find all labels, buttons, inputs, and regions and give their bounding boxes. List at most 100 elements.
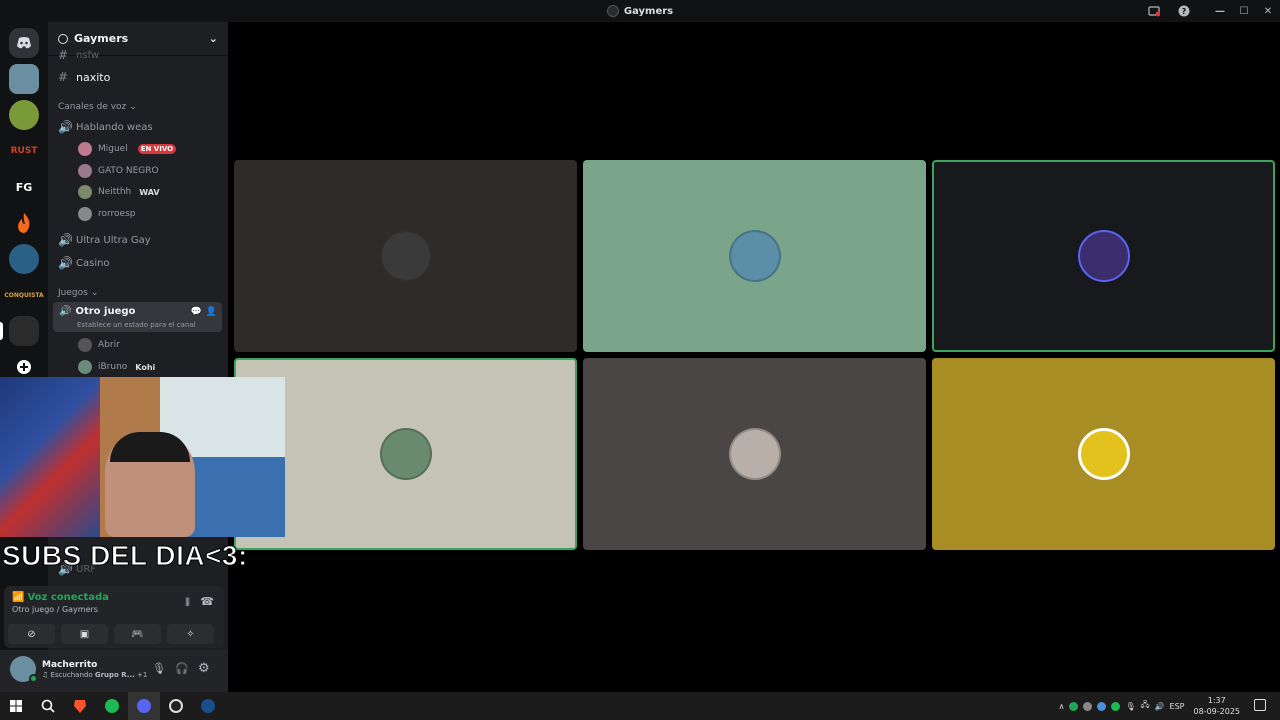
conquista-server-icon[interactable]: CONQUISTA (4, 280, 44, 310)
server-icon-2[interactable] (9, 100, 39, 130)
network-icon[interactable]: 🖧 (1141, 699, 1150, 713)
activity-extra: +1 (137, 671, 148, 679)
server-icon-5[interactable] (9, 244, 39, 274)
channel-label: Ultra Ultra Gay (76, 234, 151, 246)
server-icon-1[interactable] (9, 64, 39, 94)
member-name: Neitthh (98, 187, 132, 197)
chat-icon[interactable]: 💬 (191, 307, 202, 317)
voice-channel-hablando[interactable]: 🔊 Hablando weas (58, 120, 153, 134)
username[interactable]: Macherrito (42, 660, 97, 670)
inbox-icon[interactable] (1146, 3, 1162, 19)
activity-button[interactable]: 🎮 (114, 624, 161, 644)
brave-browser-icon[interactable] (64, 692, 96, 720)
chevron-up-icon[interactable]: ∧ (1059, 702, 1065, 711)
fg-server-icon[interactable]: FG (9, 172, 39, 202)
obs-icon[interactable] (160, 692, 192, 720)
voice-member[interactable]: GATO NEGRO (78, 164, 159, 178)
tray-app-icon[interactable] (1097, 701, 1107, 711)
participant-tile-speaking[interactable] (234, 358, 577, 550)
participant-tile[interactable] (234, 160, 577, 352)
voice-status-title[interactable]: Voz conectada (27, 592, 108, 603)
search-icon[interactable] (32, 692, 64, 720)
steam-icon[interactable] (192, 692, 224, 720)
music-icon: ♫ (42, 671, 49, 679)
minimize-icon[interactable]: — (1208, 6, 1232, 17)
soundboard-button[interactable]: ✧ (167, 624, 214, 644)
tray-app-icon[interactable] (1083, 701, 1093, 711)
spotify-icon[interactable] (96, 692, 128, 720)
games-category-header[interactable]: Juegos ⌄ (58, 288, 98, 298)
avatar (78, 207, 92, 221)
noise-suppression-icon[interactable]: ⦀ (185, 596, 190, 610)
notifications-icon[interactable] (1254, 699, 1266, 711)
tray-app-icon[interactable] (1069, 701, 1079, 711)
window-titlebar: Gaymers ? — ☐ ✕ (0, 0, 1280, 22)
category-label: Canales de voz (58, 102, 127, 112)
tray-app-icon[interactable] (1111, 701, 1121, 711)
participant-tile[interactable] (583, 160, 926, 352)
activity-name: Grupo R... (94, 671, 135, 679)
camera-off-icon: ⊘ (27, 628, 36, 640)
avatar (78, 360, 92, 374)
screenshare-button[interactable]: ▣ (61, 624, 108, 644)
server-icon (606, 5, 619, 17)
member-name: Abrir (98, 340, 120, 350)
microphone-icon[interactable]: 🎙 (152, 662, 166, 675)
activity-tag: Kohi (135, 362, 156, 372)
shield-icon (58, 33, 68, 44)
clock[interactable]: 1:37 08-09-2025 (1194, 695, 1241, 717)
subs-overlay-text: SUBS DEL DIA<3: (2, 540, 248, 572)
voice-channel-casino[interactable]: 🔊 Casino (58, 256, 110, 270)
participant-avatar (728, 230, 781, 282)
volume-icon[interactable]: 🔊 (1155, 702, 1165, 711)
gaymers-server-icon[interactable] (9, 316, 39, 346)
voice-member[interactable]: iBruno Kohi (78, 360, 155, 374)
voice-channel-ultra[interactable]: 🔊 Ultra Ultra Gay (58, 233, 151, 247)
discord-taskbar-icon[interactable] (128, 692, 160, 720)
gamepad-icon: 🎮 (131, 628, 144, 640)
svg-text:?: ? (1182, 7, 1187, 16)
voice-member[interactable]: Neitthh WAV (78, 185, 160, 199)
maximize-icon[interactable]: ☐ (1232, 6, 1256, 17)
clock-time: 1:37 (1207, 696, 1226, 705)
speaker-icon: 🔊 (58, 256, 73, 270)
chevron-down-icon: ⌄ (90, 288, 99, 298)
settings-gear-icon[interactable]: ⚙ (198, 661, 210, 676)
discord-home-icon[interactable] (9, 28, 39, 58)
member-name: Miguel (98, 144, 128, 154)
headphones-icon[interactable]: 🎧 (175, 662, 189, 675)
channel-naxito[interactable]: # naxito (58, 70, 110, 84)
language-indicator[interactable]: ESP (1170, 702, 1185, 711)
microphone-icon[interactable]: 🎙 (1125, 702, 1135, 711)
avatar (78, 338, 92, 352)
speaker-icon: 🔊 (58, 233, 73, 247)
voice-member[interactable]: Abrir (78, 338, 120, 352)
voice-member[interactable]: Miguel EN VIVO (78, 142, 177, 156)
active-voice-channel[interactable]: 🔊 Otro juego Establece un estado para el … (53, 302, 222, 332)
channel-status: Establece un estado para el canal (77, 321, 196, 329)
system-tray: ∧ 🎙 🖧 🔊 ESP 1:37 08-09-2025 (1059, 692, 1240, 720)
active-server-pill (0, 322, 3, 340)
add-member-icon[interactable]: 👤 (206, 307, 217, 317)
voice-channel-name[interactable]: Otro juego (12, 605, 54, 614)
voice-member[interactable]: rorroesp (78, 207, 136, 221)
avatar (78, 164, 92, 178)
participant-tile[interactable] (583, 358, 926, 550)
voice-category-header[interactable]: Canales de voz ⌄ (58, 102, 137, 112)
participant-tile[interactable] (932, 358, 1275, 550)
channel-label: Hablando weas (76, 121, 153, 133)
channel-label: naxito (76, 70, 111, 84)
disconnect-icon[interactable]: ☎ (200, 595, 214, 608)
participant-tile-speaking[interactable] (932, 160, 1275, 352)
server-name: Gaymers (74, 32, 129, 45)
window-title: Gaymers (623, 5, 674, 17)
user-panel: Macherrito ♫ Escuchando Grupo R... +1 🎙 … (0, 650, 228, 692)
channel-nsfw[interactable]: # nsfw (58, 48, 99, 62)
fire-server-icon[interactable] (9, 208, 39, 238)
start-button[interactable] (0, 692, 32, 720)
rust-server-icon[interactable]: RUST (9, 136, 39, 166)
participant-avatar (379, 230, 432, 282)
camera-button[interactable]: ⊘ (8, 624, 55, 644)
help-icon[interactable]: ? (1176, 3, 1192, 19)
close-icon[interactable]: ✕ (1256, 6, 1280, 17)
